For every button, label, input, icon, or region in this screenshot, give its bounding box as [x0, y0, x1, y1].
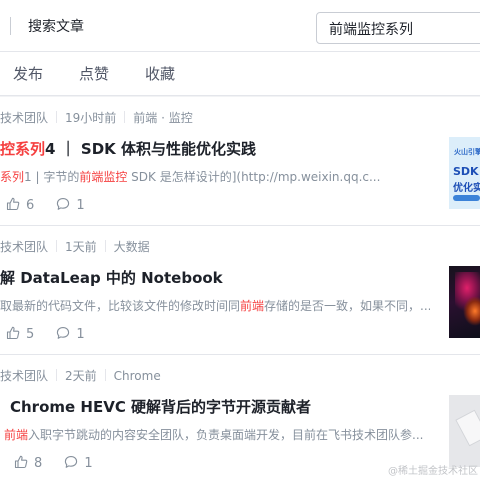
article-thumbnail[interactable] [449, 395, 480, 467]
article-list: 技术团队 19小时前 前端 · 监控 控系列4 ｜ SDK 体积与性能优化实践 系列… [0, 97, 480, 480]
article-thumbnail[interactable] [449, 266, 480, 338]
filter-likes[interactable]: 点赞 [79, 63, 109, 84]
abstract-highlight: 前端 [240, 299, 265, 313]
author-name[interactable]: 技术团队 [0, 111, 48, 125]
comment-icon [65, 456, 78, 468]
author-name[interactable]: 技术团队 [0, 369, 48, 383]
thumbnail-title: SDK 体 [453, 165, 480, 178]
meta-divider [124, 111, 126, 123]
article-meta: 技术团队 1天前 大数据 [0, 238, 150, 255]
sort-filter-bar: 发布 点赞 收藏 [0, 52, 480, 96]
comment-icon [57, 198, 70, 210]
article-actions: 6 1 [6, 197, 103, 213]
abstract-highlight: 前端 [4, 428, 29, 442]
abstract-text: 入职字节跳动的内容安全团队，负责桌面端开发，目前在飞书技术团队参... [28, 428, 424, 442]
abstract-text: 取最新的代码文件，比较该文件的修改时间同 [0, 299, 241, 313]
comment-count: 1 [76, 327, 85, 342]
article-abstract[interactable]: 系列1 | 字节的前端监控 SDK 是怎样设计的](http://mp.weix… [0, 168, 430, 185]
article-meta: 技术团队 2天前 Chrome [0, 367, 161, 384]
article-item[interactable]: 技术团队 1天前 大数据 解 DataLeap 中的 Notebook 取最新的代码… [0, 226, 480, 355]
title-text: 解 DataLeap 中的 Notebook [0, 269, 223, 287]
filter-favorites[interactable]: 收藏 [145, 63, 175, 84]
watermark: @稀土掘金技术社区 [388, 466, 478, 477]
article-actions: 8 1 [14, 455, 111, 471]
thumbs-up-icon [6, 197, 20, 211]
article-actions: 5 1 [6, 326, 103, 342]
article-thumbnail[interactable]: 火山引擎 SDK 体 优化实 [449, 137, 480, 209]
publish-time: 1天前 [65, 240, 97, 254]
like-button[interactable]: 6 [6, 197, 34, 213]
publish-time: 19小时前 [65, 111, 117, 125]
like-count: 5 [26, 327, 35, 342]
meta-divider [56, 240, 58, 252]
top-bar: 搜索文章 [0, 0, 480, 52]
article-title[interactable]: Chrome HEVC 硬解背后的字节开源贡献者 [10, 396, 311, 417]
abstract-text: SDK 是怎样设计的](http://mp.weixin.qq.c... [127, 170, 381, 184]
search-input[interactable] [329, 19, 479, 39]
comment-count: 1 [84, 456, 93, 471]
abstract-text: 1 | 字节的 [24, 170, 80, 184]
article-title[interactable]: 解 DataLeap 中的 Notebook [0, 267, 223, 288]
comment-icon [57, 327, 70, 339]
article-abstract[interactable]: 前端入职字节跳动的内容安全团队，负责桌面端开发，目前在飞书技术团队参... [4, 426, 434, 443]
article-tags[interactable]: 大数据 [114, 240, 150, 254]
tab-divider [10, 17, 11, 35]
thumbs-up-icon [14, 455, 28, 469]
article-abstract[interactable]: 取最新的代码文件，比较该文件的修改时间同前端存储的是否一致，如果不同，... [0, 297, 430, 314]
comment-count: 1 [76, 198, 85, 213]
thumbs-up-icon [6, 326, 20, 340]
title-highlight: 控系列 [0, 140, 46, 158]
publish-time: 2天前 [65, 369, 97, 383]
like-button[interactable]: 8 [14, 455, 42, 471]
abstract-highlight: 系列 [0, 170, 25, 184]
article-tags[interactable]: 前端 · 监控 [133, 111, 192, 125]
like-count: 8 [34, 456, 43, 471]
meta-divider [56, 369, 58, 381]
meta-divider [104, 240, 106, 252]
search-box[interactable] [316, 12, 480, 44]
abstract-highlight: 前端监控 [79, 170, 128, 184]
meta-divider [104, 369, 106, 381]
comment-button[interactable]: 1 [64, 455, 93, 471]
article-item[interactable]: 技术团队 19小时前 前端 · 监控 控系列4 ｜ SDK 体积与性能优化实践 系列… [0, 97, 480, 226]
tab-search-articles[interactable]: 搜索文章 [28, 16, 84, 36]
meta-divider [56, 111, 58, 123]
thumbnail-brand: 火山引擎 [454, 148, 480, 156]
author-name[interactable]: 技术团队 [0, 240, 48, 254]
like-count: 6 [26, 198, 35, 213]
article-meta: 技术团队 19小时前 前端 · 监控 [0, 109, 193, 126]
thumbnail-shape [455, 409, 480, 447]
article-title[interactable]: 控系列4 ｜ SDK 体积与性能优化实践 [0, 138, 256, 159]
comment-button[interactable]: 1 [56, 326, 85, 342]
title-text: Chrome HEVC 硬解背后的字节开源贡献者 [10, 398, 312, 416]
article-tags[interactable]: Chrome [114, 369, 161, 383]
thumbnail-subtitle: 优化实 [453, 183, 480, 194]
abstract-text: 存储的是否一致，如果不同，... [264, 299, 430, 313]
comment-button[interactable]: 1 [56, 197, 85, 213]
like-button[interactable]: 5 [6, 326, 34, 342]
thumbnail-bar [453, 195, 480, 201]
filter-publish[interactable]: 发布 [13, 63, 43, 84]
thumbnail-glow [463, 296, 480, 326]
title-text: 4 ｜ SDK 体积与性能优化实践 [45, 140, 256, 158]
